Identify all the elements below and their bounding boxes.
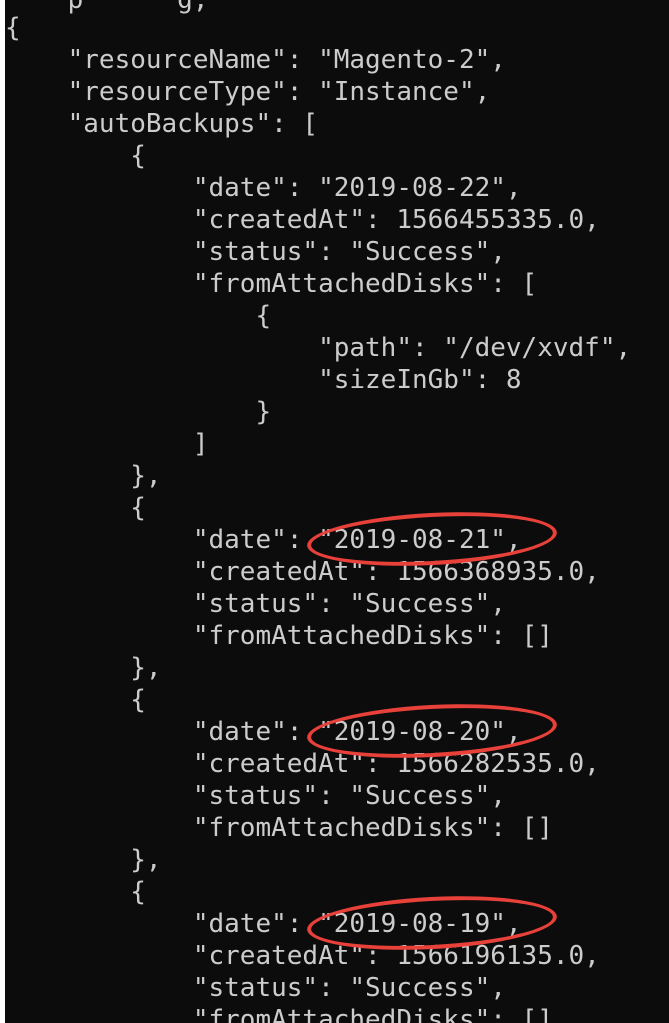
console-line: { (5, 141, 146, 171)
console-line: "autoBackups": [ (5, 109, 319, 139)
console-line: "createdAt": 1566196135.0, (5, 941, 600, 971)
console-line: }, (5, 461, 162, 491)
console-line: "createdAt": 1566282535.0, (5, 749, 600, 779)
console-line: "fromAttachedDisks": [] (5, 1005, 553, 1023)
console-line: { (5, 13, 21, 43)
console-line: }, (5, 653, 162, 683)
console-line: "status": "Success", (5, 589, 506, 619)
console-line: "path": "/dev/xvdf", (5, 333, 632, 363)
console-line: { (5, 877, 146, 907)
console-line: { (5, 493, 146, 523)
console-line: "sizeInGb": 8 (5, 365, 522, 395)
console-line: "fromAttachedDisks": [ (5, 269, 538, 299)
console-line: "status": "Success", (5, 237, 506, 267)
terminal-window: p g, { "resourceName": "Magento-2", "res… (5, 0, 669, 1023)
console-line: "createdAt": 1566455335.0, (5, 205, 600, 235)
console-line: "createdAt": 1566368935.0, (5, 557, 600, 587)
console-line: }, (5, 845, 162, 875)
console-line: ] (5, 429, 209, 459)
console-line: "resourceName": "Magento-2", (5, 45, 506, 75)
console-line: p g, (5, 0, 209, 15)
console-line: "status": "Success", (5, 973, 506, 1003)
console-line: { (5, 685, 146, 715)
console-line: "fromAttachedDisks": [] (5, 813, 553, 843)
console-line: } (5, 397, 272, 427)
console-line: { (5, 301, 272, 331)
console-line: "date": "2019-08-22", (5, 173, 522, 203)
console-line: "status": "Success", (5, 781, 506, 811)
console-line: "fromAttachedDisks": [] (5, 621, 553, 651)
console-line: "resourceType": "Instance", (5, 77, 491, 107)
